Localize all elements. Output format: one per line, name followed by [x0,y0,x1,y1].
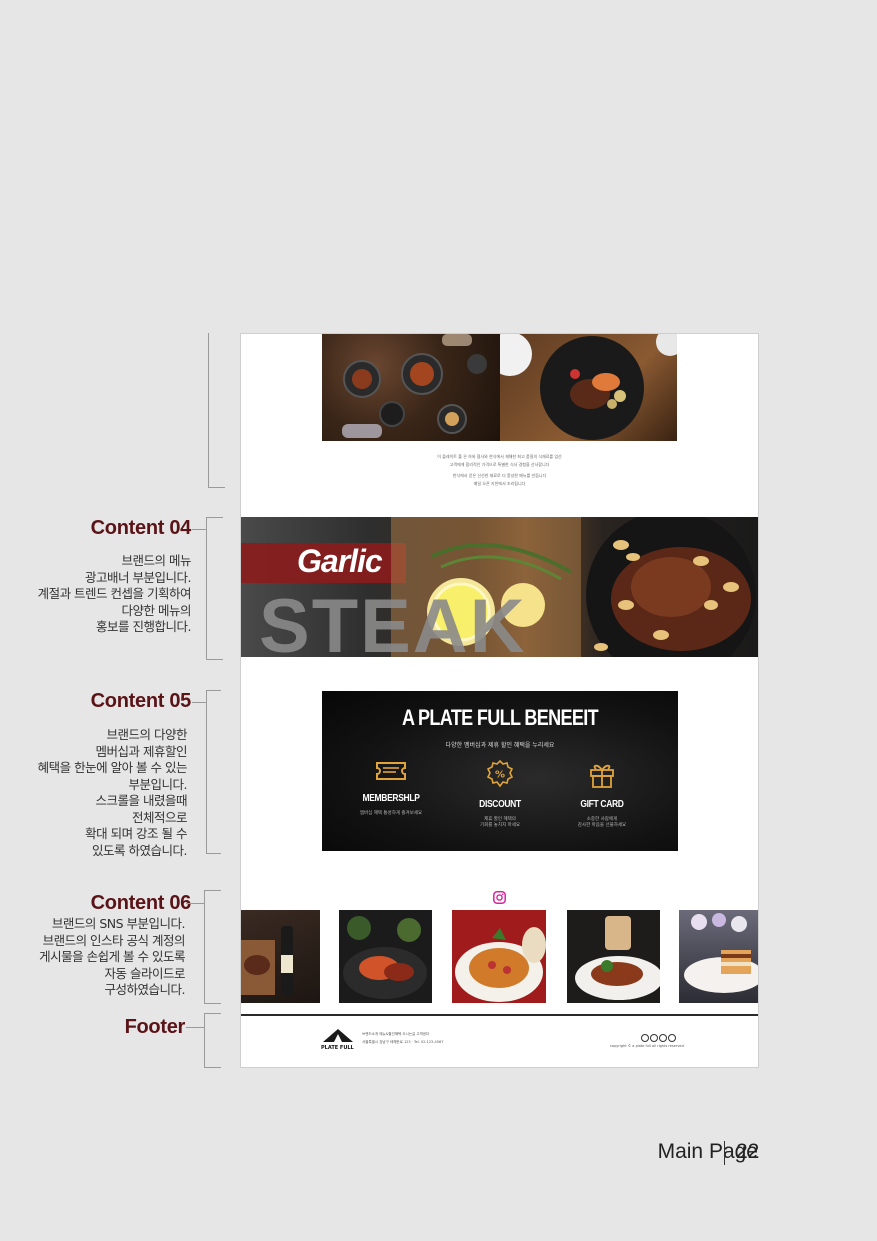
garlic-steak-banner: Garlic STEAK [241,517,758,657]
facebook-icon[interactable] [641,1034,649,1042]
ticket-icon [376,762,406,780]
youtube-icon[interactable] [650,1034,658,1042]
annotation-bracket [204,890,221,1004]
annotation-connector [186,1027,204,1028]
annotation-bracket [206,517,223,660]
benefit-item-discount[interactable]: % DISCOUNT 제휴 할인 혜택의 기회를 놓치지 마세요 [450,759,550,829]
intro-text-line: 한식에서 얻은 신선한 재료로 더 풍성한 메뉴를 만듭니다 [452,473,547,478]
benefit-desc: 제휴 할인 혜택의 기회를 놓치지 마세요 [479,817,521,828]
blog-icon[interactable] [668,1034,676,1042]
annotation-bracket [204,1013,221,1068]
instagram-post-3[interactable] [452,910,546,1003]
website-mockup: 이 플레이트 풀 은 하와 협사와 한식에서 재해한 최고 품질의 식재료를 엄… [240,333,759,1068]
intro-text-line: 이 플레이트 풀 은 하와 협사와 한식에서 재해한 최고 품질의 식재료를 엄… [437,454,562,459]
banner-word-garlic: Garlic [297,543,383,579]
benefit-title: A PLATE FULL BENEEIT [401,705,599,730]
steak-plate-photo [500,334,677,441]
instagram-post-5[interactable] [679,910,758,1003]
annotation-bracket [206,690,221,854]
footer-divider [241,1014,758,1016]
benefit-label: MEMBERSHLP [362,793,420,804]
footer-address: 서울특별시 강남구 테헤란로 123 · Tel. 02-123-4567 [362,1040,444,1044]
footer-logo-text: PLATE FULL [321,1045,354,1051]
benefit-desc: 멤버십 혜택 통성하게 즐겨보세요 [359,811,423,816]
instagram-post-1[interactable] [241,910,320,1003]
instagram-small-icon[interactable] [659,1034,667,1042]
instagram-icon[interactable] [493,891,506,904]
annotation-title-footer: Footer [124,1016,186,1038]
benefit-item-membership[interactable]: MEMBERSHLP 멤버십 혜택 통성하게 즐겨보세요 [341,759,441,817]
footer-copyright: copyright © a plate full all rights rese… [610,1044,684,1048]
annotation-connector [192,529,206,530]
annotation-connector [186,903,204,904]
intro-text-line: 고객에게 합리적인 가격으로 특별한 식사 경험을 선사합니다 [449,462,550,467]
page-number-separator [724,1141,725,1165]
annotation-connector [192,702,206,703]
annotation-bracket-top [208,333,225,488]
benefit-section: A PLATE FULL BENEEIT 다양한 멤버십과 제휴 할인 혜택을 … [322,691,678,851]
instagram-post-2[interactable] [339,910,432,1003]
benefit-label: GIFT CARD [580,799,624,810]
annotation-title-content-04: Content 04 [90,517,192,539]
annotation-tick [208,487,224,488]
annotation-desc-content-04: 브랜드의 메뉴 광고배너 부분입니다. 계절과 트렌드 컨셉을 기획하여 다양한… [37,553,192,634]
annotation-title-content-06: Content 06 [90,892,192,914]
intro-text-line: 매일 오픈 키친에서 조리됩니다 [473,481,526,486]
benefit-subtitle: 다양한 멤버십과 제휴 할인 혜택을 누리세요 [445,742,555,749]
gift-icon [590,764,614,788]
banner-word-steak: STEAK [259,584,527,657]
footer-links[interactable]: 브랜드소개 메뉴&할인혜택 오시는길 고객센터 [362,1032,429,1037]
annotation-desc-content-06: 브랜드의 SNS 부분입니다. 브랜드의 인스타 공식 계정의 게시물을 손쉽게… [39,916,185,997]
dining-table-photo [322,334,500,441]
footer-social-icons[interactable] [641,1034,676,1042]
instagram-post-4[interactable] [567,910,660,1003]
annotation-desc-content-05: 브랜드의 다양한 멤버십과 제휴할인 혜택을 한눈에 알아 볼 수 있는 부분입… [37,727,188,858]
page-number: 22 [736,1140,760,1163]
benefit-item-gift-card[interactable]: GIFT CARD 소중한 사람에게 감사한 마음을 선물하세요 [552,759,652,829]
annotation-title-content-05: Content 05 [90,690,192,712]
svg-text:%: % [495,770,505,781]
benefit-desc: 소중한 사람에게 감사한 마음을 선물하세요 [577,817,627,828]
benefit-label: DISCOUNT [479,799,521,810]
percent-badge-icon: % [486,759,514,788]
